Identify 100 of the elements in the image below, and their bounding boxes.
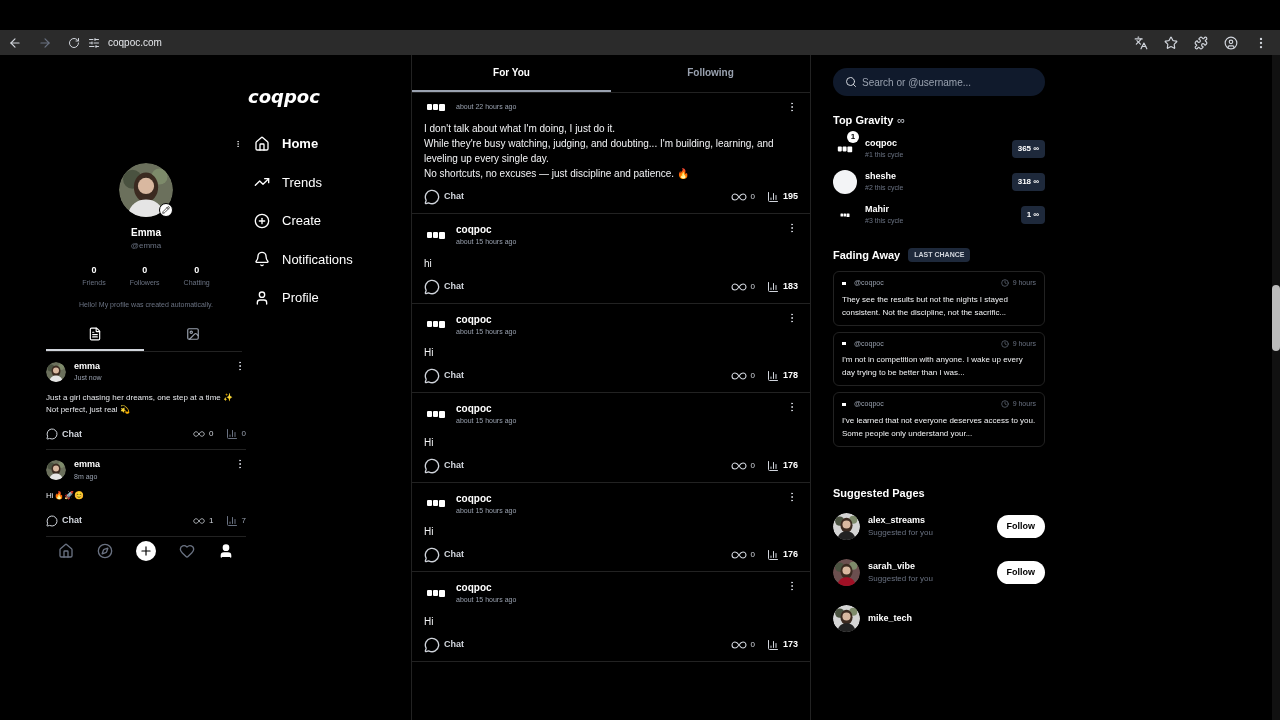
infinity-icon[interactable] [193,516,206,525]
logo-icon [840,211,850,218]
back-icon[interactable] [8,35,22,50]
search-field[interactable]: Search or @username... [833,68,1045,96]
logo-icon [842,402,846,406]
chat-icon [424,457,440,474]
user-name[interactable]: coqpoc [865,136,904,150]
rank-badge: 1 [847,130,859,143]
chat-icon [424,368,440,384]
nav-item[interactable]: Notifications [234,249,411,269]
views-icon [766,370,779,382]
nav-item[interactable]: Profile [234,288,411,308]
views-icon [766,459,779,472]
infinity-icon[interactable] [193,430,206,439]
page-subtitle: Suggested for you [868,527,933,540]
views-icon [225,428,238,441]
post-text: Not perfect, just real 💫 [46,403,131,416]
posts-tab[interactable] [46,326,144,351]
view-count: 173 [782,637,798,651]
follow-button[interactable]: Follow [996,560,1045,585]
nav-item[interactable]: Create [234,211,411,231]
account-icon[interactable] [1224,35,1238,50]
chat-button[interactable]: Chat [424,278,464,295]
feed-tab[interactable]: Following [611,55,810,92]
nav-item[interactable]: Trends [234,172,411,192]
nav-item[interactable]: Home [234,134,411,154]
chat-button[interactable]: Chat [424,189,464,205]
translate-icon[interactable] [1134,35,1148,50]
post-author[interactable]: coqpoc [456,401,517,416]
user-name[interactable]: sheshe [865,169,904,183]
chat-button[interactable]: Chat [424,457,464,474]
page-name[interactable]: alex_streams [868,513,933,528]
home-nav-button[interactable] [57,542,74,559]
likes-nav-button[interactable] [179,542,196,559]
infinity-icon[interactable] [730,551,747,559]
scrollbar-thumb[interactable] [1272,285,1280,351]
edit-avatar-button[interactable] [159,203,173,217]
chat-button[interactable]: Chat [424,547,464,563]
chat-icon [424,547,440,563]
feed-tab[interactable]: For You [412,55,611,92]
user-name[interactable]: Mahir [865,202,904,216]
post-author[interactable]: coqpoc [456,490,517,506]
explore-icon [96,542,113,559]
avatar-icon [833,169,857,194]
chat-button[interactable]: Chat [424,368,464,384]
chat-icon [424,189,440,205]
forward-icon[interactable] [38,35,52,50]
like-count: 0 [750,191,755,203]
infinity-icon[interactable] [730,461,747,470]
site-logo[interactable]: coqpoc [248,86,320,107]
chat-icon [46,514,58,527]
section-title: Suggested Pages [833,485,926,501]
post-text: Hi [424,346,435,360]
profile-handle: @emma [130,240,162,252]
chat-button[interactable]: Chat [424,636,464,653]
stat-value: 0 [91,264,97,277]
post-text: Hi🔥🚀😊 [46,490,85,502]
post-text: Hi [424,614,435,629]
clock-icon [1000,400,1009,409]
like-count: 0 [750,549,755,561]
chat-button[interactable]: Chat [46,514,82,528]
post-author[interactable]: emma [74,359,102,373]
bookmark-icon[interactable] [1164,35,1178,50]
section-title: Top Gravity [833,113,894,128]
card-text: They see the results but not the nights I stayed consistent. Not the discipline, not the sacrific... [842,293,1009,319]
post-text: Hi [424,435,435,450]
post-author[interactable]: emma [74,458,100,472]
infinity-icon[interactable] [730,640,747,649]
logo-icon [842,281,846,285]
like-count: 0 [750,280,755,293]
view-count: 195 [782,190,798,204]
explore-nav-button[interactable] [96,542,113,559]
post-author[interactable]: coqpoc [456,311,517,327]
view-count: 176 [782,458,798,472]
like-count: 1 [209,514,214,527]
views-icon [225,514,238,527]
chat-button[interactable]: Chat [46,427,82,441]
search-icon [845,76,857,88]
extensions-icon[interactable] [1194,35,1208,50]
page-name[interactable]: sarah_vibe [868,559,933,574]
create-button[interactable] [135,540,156,561]
infinity-icon[interactable] [730,372,747,380]
clock-icon [1000,279,1009,288]
follow-button[interactable]: Follow [996,514,1045,539]
post-text: Just a girl chasing her dreams, one step at a time ✨ [46,391,234,404]
card-text: I've learned that not everyone deserves access to you. Some people only understand your... [842,414,1036,440]
address-bar[interactable]: coqpoc.com [88,35,162,50]
post-text: hi [424,256,433,271]
chat-icon [46,428,58,441]
create-icon [254,212,270,229]
stat-value: 0 [142,264,148,277]
score-badge: 318 ∞ [1011,172,1045,191]
reload-icon[interactable] [68,36,80,49]
infinity-icon[interactable] [730,282,747,291]
infinity-symbol: ∞ [897,113,906,128]
score-badge: 365 ∞ [1011,139,1045,158]
page-name[interactable]: mike_tech [868,611,913,626]
post-author[interactable]: coqpoc [456,222,517,237]
infinity-icon[interactable] [730,193,747,201]
post-author[interactable]: coqpoc [456,580,517,595]
